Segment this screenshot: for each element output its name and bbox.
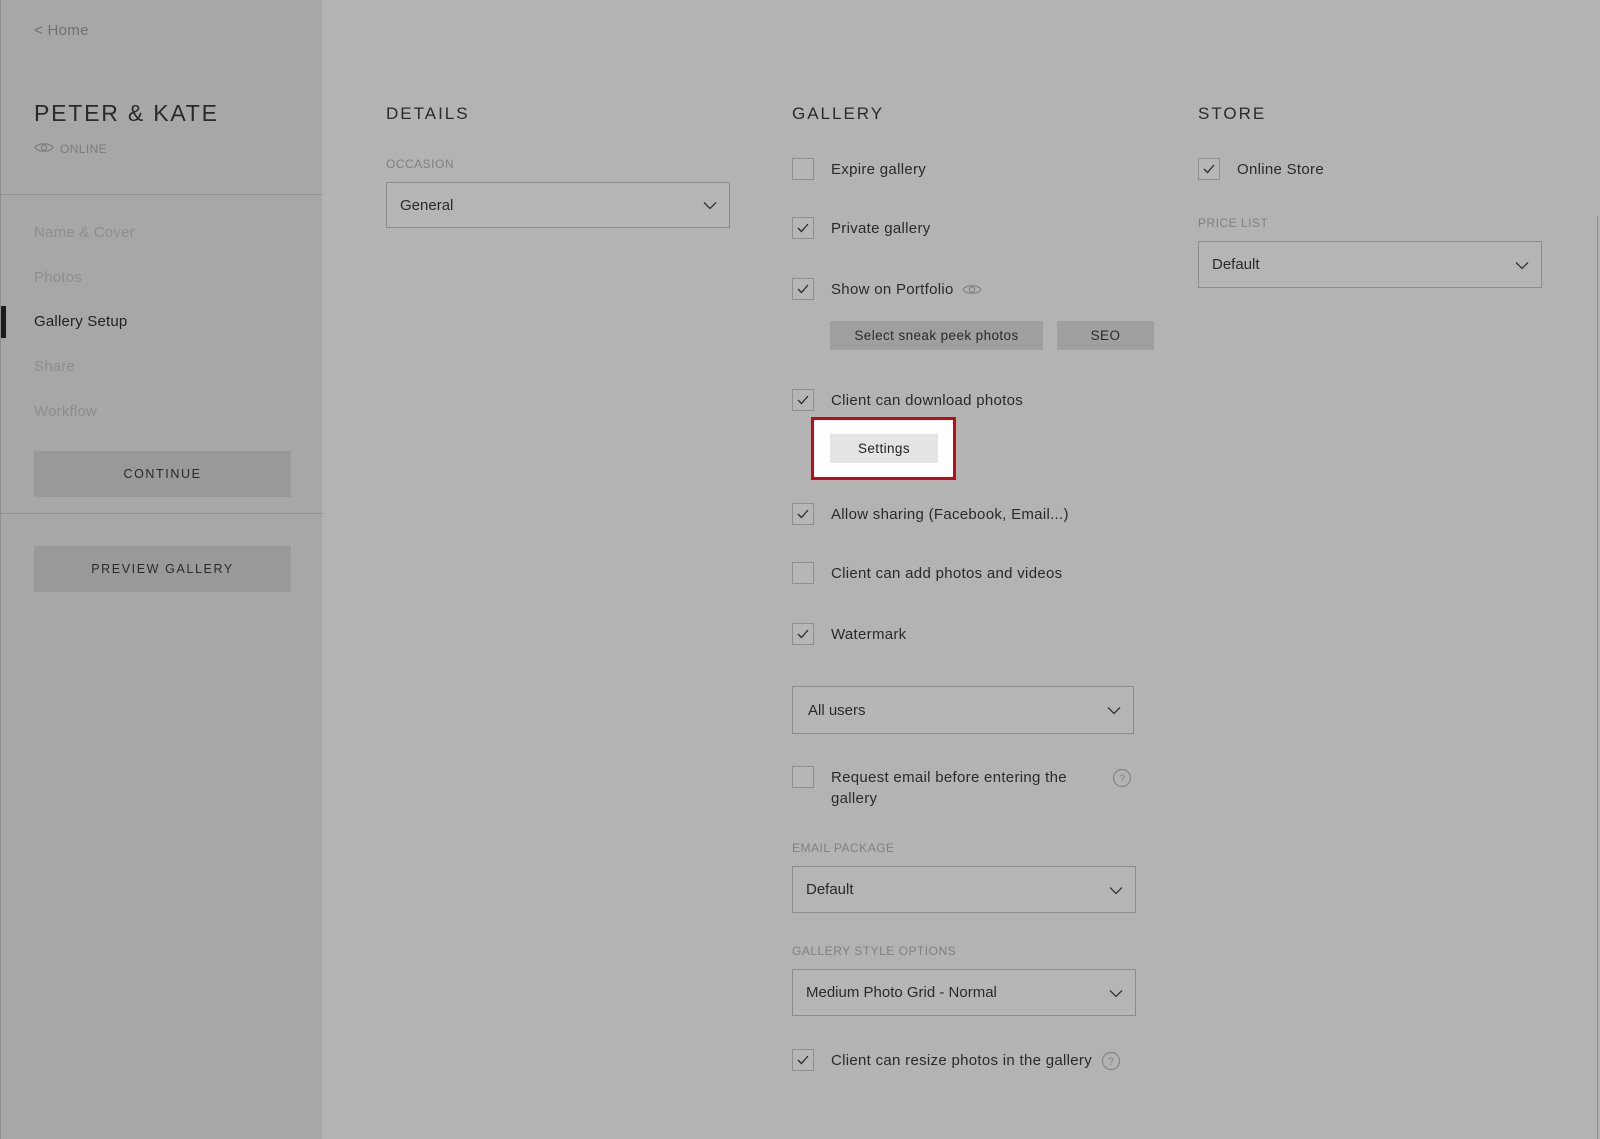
- checkmark-icon: [1203, 164, 1215, 174]
- client-add-photos-option: Client can add photos and videos: [792, 562, 1062, 584]
- occasion-label: OCCASION: [386, 157, 455, 171]
- expire-gallery-checkbox[interactable]: [792, 158, 814, 180]
- request-email-label: Request email before entering the galler…: [831, 769, 1067, 807]
- checkmark-icon: [797, 284, 809, 294]
- allow-sharing-option: Allow sharing (Facebook, Email...): [792, 503, 1069, 525]
- email-package-select[interactable]: Default: [792, 866, 1136, 913]
- private-gallery-checkbox[interactable]: [792, 217, 814, 239]
- expire-gallery-option: Expire gallery: [792, 158, 926, 180]
- checkmark-icon: [797, 395, 809, 405]
- svg-text:?: ?: [1119, 773, 1125, 785]
- client-add-photos-checkbox[interactable]: [792, 562, 814, 584]
- store-header: STORE: [1198, 104, 1267, 123]
- sidebar-item-share[interactable]: Share: [34, 358, 75, 375]
- email-package-value: Default: [806, 881, 854, 898]
- client-resize-checkbox[interactable]: [792, 1049, 814, 1071]
- client-add-photos-label: Client can add photos and videos: [831, 565, 1063, 582]
- download-settings-button[interactable]: Settings: [830, 434, 938, 463]
- help-icon[interactable]: ?: [1101, 1049, 1121, 1075]
- occasion-select[interactable]: General: [386, 182, 730, 228]
- allow-sharing-label: Allow sharing (Facebook, Email...): [831, 506, 1069, 523]
- watermark-checkbox[interactable]: [792, 623, 814, 645]
- sidebar: < Home PETER & KATE ONLINE Name & Cover …: [0, 0, 323, 1139]
- chevron-down-icon: [1109, 881, 1123, 898]
- request-email-checkbox[interactable]: [792, 766, 814, 788]
- sidebar-divider-2: [1, 513, 323, 514]
- help-icon[interactable]: ?: [1112, 768, 1132, 793]
- eye-icon: [34, 141, 54, 157]
- sidebar-item-name-cover[interactable]: Name & Cover: [34, 224, 135, 241]
- chevron-down-icon: [1109, 984, 1123, 1001]
- show-on-portfolio-option: Show on Portfolio: [792, 278, 982, 300]
- svg-text:?: ?: [1108, 1056, 1114, 1068]
- active-nav-indicator: [1, 306, 6, 338]
- price-list-value: Default: [1212, 256, 1260, 273]
- watermark-option: Watermark: [792, 623, 906, 645]
- checkmark-icon: [797, 223, 809, 233]
- gallery-title: PETER & KATE: [34, 100, 219, 126]
- watermark-label: Watermark: [831, 626, 907, 643]
- gallery-style-select[interactable]: Medium Photo Grid - Normal: [792, 969, 1136, 1016]
- continue-button[interactable]: CONTINUE: [34, 451, 291, 497]
- online-store-checkbox[interactable]: [1198, 158, 1220, 180]
- private-gallery-option: Private gallery: [792, 217, 931, 239]
- client-resize-option: Client can resize photos in the gallery …: [792, 1049, 1121, 1075]
- back-home-link[interactable]: < Home: [34, 22, 89, 39]
- scroll-edge: [1597, 216, 1598, 1139]
- gallery-header: GALLERY: [792, 104, 885, 123]
- checkmark-icon: [797, 509, 809, 519]
- sidebar-item-workflow[interactable]: Workflow: [34, 403, 97, 420]
- expire-gallery-label: Expire gallery: [831, 161, 927, 178]
- client-resize-label: Client can resize photos in the gallery: [831, 1052, 1093, 1069]
- chevron-down-icon: [1107, 702, 1121, 719]
- price-list-select[interactable]: Default: [1198, 241, 1542, 288]
- sidebar-divider: [1, 194, 323, 195]
- status-label: ONLINE: [60, 142, 108, 156]
- chevron-down-icon: [703, 197, 717, 214]
- price-list-label: PRICE LIST: [1198, 216, 1269, 230]
- sidebar-item-gallery-setup[interactable]: Gallery Setup: [34, 313, 127, 330]
- gallery-style-label: GALLERY STYLE OPTIONS: [792, 944, 957, 958]
- private-gallery-label: Private gallery: [831, 220, 931, 237]
- checkmark-icon: [797, 1055, 809, 1065]
- request-email-option: Request email before entering the galler…: [792, 766, 1082, 809]
- gallery-status: ONLINE: [34, 141, 107, 157]
- checkmark-icon: [797, 629, 809, 639]
- online-store-label: Online Store: [1237, 161, 1324, 178]
- watermark-scope-select[interactable]: All users: [792, 686, 1134, 734]
- online-store-option: Online Store: [1198, 158, 1324, 180]
- occasion-value: General: [400, 196, 454, 214]
- preview-gallery-button[interactable]: PREVIEW GALLERY: [34, 546, 291, 592]
- sidebar-item-photos[interactable]: Photos: [34, 269, 82, 286]
- select-sneak-peek-button[interactable]: Select sneak peek photos: [830, 321, 1043, 350]
- show-on-portfolio-label: Show on Portfolio: [831, 281, 954, 298]
- details-header: DETAILS: [386, 104, 470, 123]
- client-download-checkbox[interactable]: [792, 389, 814, 411]
- email-package-label: EMAIL PACKAGE: [792, 841, 895, 855]
- gallery-style-value: Medium Photo Grid - Normal: [806, 984, 997, 1001]
- client-download-label: Client can download photos: [831, 392, 1024, 409]
- show-on-portfolio-checkbox[interactable]: [792, 278, 814, 300]
- client-download-option: Client can download photos: [792, 389, 1023, 411]
- eye-icon[interactable]: [961, 278, 982, 300]
- watermark-scope-value: All users: [808, 701, 866, 719]
- seo-button[interactable]: SEO: [1057, 321, 1154, 350]
- allow-sharing-checkbox[interactable]: [792, 503, 814, 525]
- chevron-down-icon: [1515, 256, 1529, 273]
